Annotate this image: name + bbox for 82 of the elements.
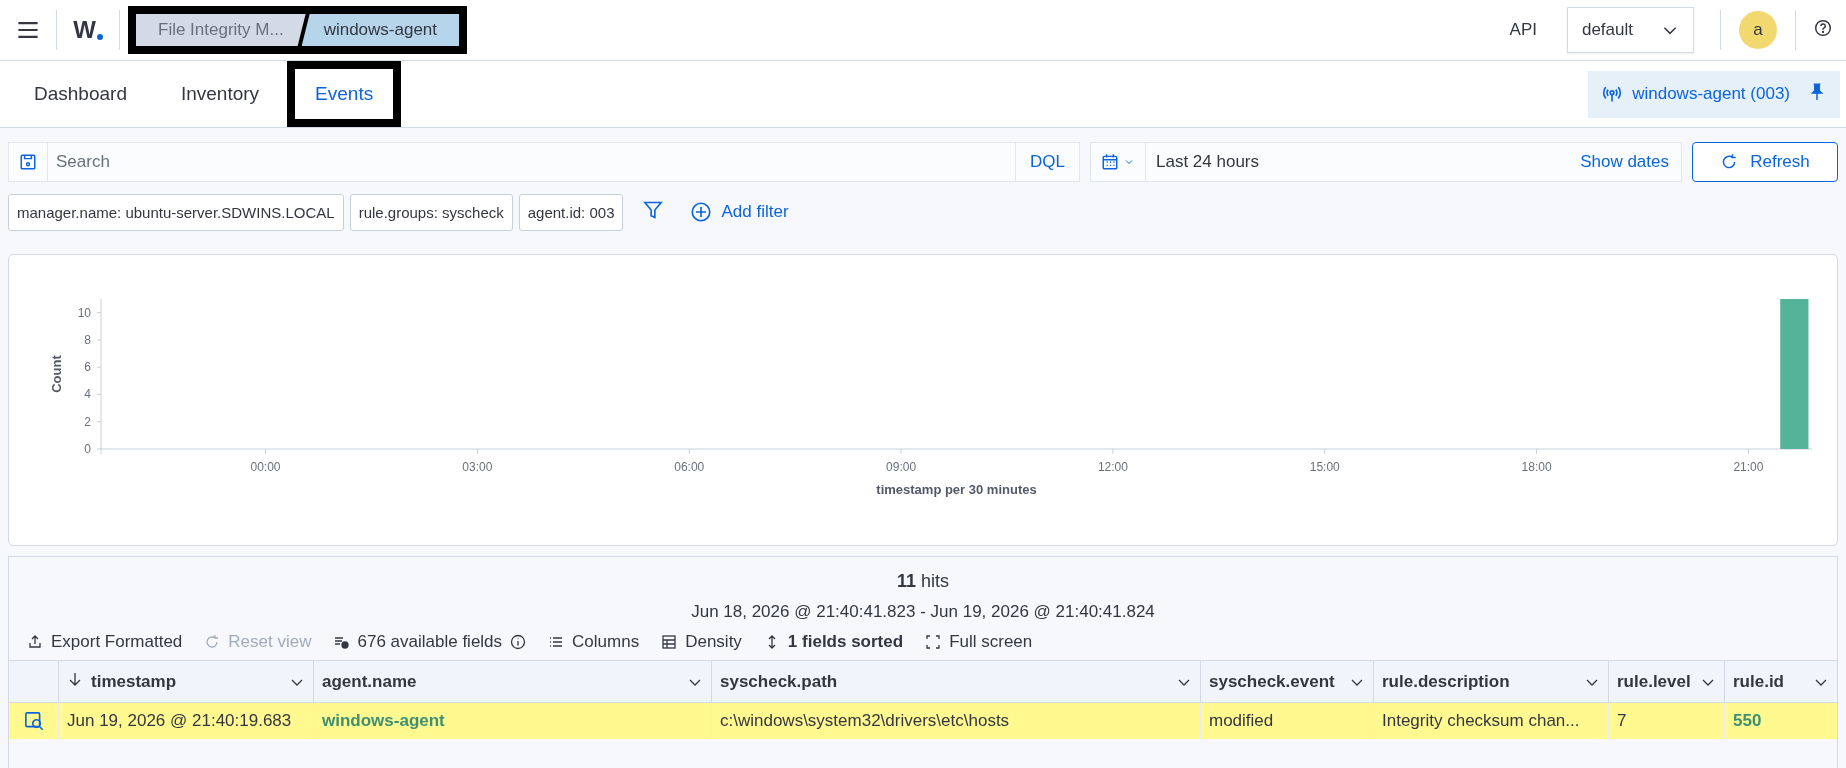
tab[interactable]: Events: [287, 61, 402, 127]
toolbar-button[interactable]: Density: [661, 632, 742, 652]
hits-count: 11 hits: [895, 571, 951, 592]
user-avatar[interactable]: a: [1739, 11, 1777, 49]
filter-icon[interactable]: [643, 200, 664, 220]
column-title: rule.id: [1733, 671, 1785, 692]
column-title: syscheck.path: [720, 671, 839, 692]
column-header[interactable]: syscheck.path: [711, 661, 1200, 702]
tick-label: 8: [84, 332, 91, 347]
tick-label: 10: [77, 305, 91, 320]
tick-label: 0: [84, 442, 91, 456]
table-cell: Jun 19, 2026 @ 21:40:19.683: [58, 703, 313, 739]
refresh-icon: [204, 634, 221, 650]
axis-title: timestamp per 30 minutes: [876, 482, 1037, 497]
tick-label: 03:00: [462, 460, 493, 474]
refresh-icon: [1720, 153, 1739, 171]
column-title: timestamp: [91, 671, 178, 692]
tick-label: 4: [84, 387, 91, 402]
table-icon: [661, 634, 678, 650]
column-title: syscheck.event: [1209, 671, 1336, 692]
refresh-button[interactable]: Refresh: [1692, 142, 1838, 182]
tick-label: 21:00: [1733, 460, 1764, 474]
sort-down-icon: [67, 671, 83, 687]
cell-link[interactable]: 550: [1724, 703, 1837, 739]
column-header[interactable]: timestamp: [58, 661, 313, 702]
column-header[interactable]: agent.name: [313, 661, 711, 702]
breadcrumb[interactable]: windows-agent: [301, 14, 460, 46]
toolbar-button[interactable]: Full screen: [925, 632, 1033, 652]
tab[interactable]: Inventory: [154, 63, 286, 125]
column-title: agent.name: [322, 671, 418, 692]
toolbar-button[interactable]: Columns: [548, 632, 640, 652]
cell-link[interactable]: windows-agent: [313, 703, 711, 739]
axis-title: Count: [49, 355, 64, 393]
column-header[interactable]: rule.description: [1373, 661, 1608, 702]
tick-label: 18:00: [1521, 460, 1552, 474]
plus-circle-icon: [691, 202, 712, 222]
list-icon: [548, 634, 565, 650]
tick-label: 06:00: [674, 460, 705, 474]
inspect-icon[interactable]: [23, 711, 44, 731]
column-title: rule.description: [1382, 671, 1511, 692]
signal-icon: [1602, 84, 1623, 104]
time-range: Jun 18, 2026 @ 21:40:41.823 - Jun 19, 2026 @ 21:40:41.824: [690, 602, 1156, 622]
search-field[interactable]: Search DQL: [8, 142, 1080, 182]
column-header[interactable]: rule.level: [1608, 661, 1724, 702]
column-header[interactable]: rule.id: [1724, 661, 1837, 702]
breadcrumb[interactable]: File Integrity M...: [136, 14, 306, 46]
add-filter-button[interactable]: Add filter: [685, 201, 795, 223]
filter-pill[interactable]: agent.id: 003: [518, 193, 624, 231]
space-selector[interactable]: default: [1566, 7, 1694, 53]
info-icon: [510, 634, 527, 650]
menu-icon[interactable]: [17, 19, 39, 41]
toolbar-button[interactable]: 1 fields sorted: [763, 632, 904, 652]
help-icon[interactable]: [1814, 19, 1832, 37]
tick-label: 09:00: [886, 460, 917, 474]
pin-icon[interactable]: [1808, 82, 1826, 101]
calendar-icon: [1101, 153, 1119, 171]
agent-name: windows-agent (003): [1632, 84, 1790, 104]
tick-label: 12:00: [1097, 460, 1128, 474]
table-cell: 7: [1608, 703, 1724, 739]
table-cell: c:\windows\system32\drivers\etc\hosts: [711, 703, 1200, 739]
column-header[interactable]: syscheck.event: [1200, 661, 1373, 702]
list-icon: [333, 634, 350, 650]
tick-label: 2: [84, 414, 91, 429]
tab[interactable]: Dashboard: [8, 63, 153, 125]
fullscreen-icon: [925, 634, 942, 650]
api-link[interactable]: API: [1509, 20, 1537, 40]
time-range: Last 24 hours: [1155, 152, 1260, 172]
toolbar-button[interactable]: 676 available fields: [333, 632, 527, 652]
tick-label: 15:00: [1309, 460, 1340, 474]
query-language-button[interactable]: DQL: [1015, 143, 1079, 181]
filter-pill[interactable]: rule.groups: syscheck: [349, 193, 513, 231]
tick-label: 00:00: [250, 460, 281, 474]
filter-pill[interactable]: manager.name: ubuntu-server.SDWINS.LOCAL: [8, 193, 344, 231]
column-title: rule.level: [1617, 671, 1692, 692]
export-icon: [27, 634, 43, 650]
show-dates-link[interactable]: Show dates: [1580, 152, 1681, 172]
table-cell: Integrity checksum chan...: [1373, 703, 1608, 739]
tick-label: 6: [84, 360, 91, 375]
table-cell: modified: [1200, 703, 1373, 739]
toolbar-button[interactable]: Export Formatted: [27, 632, 183, 652]
pinned-agent-badge[interactable]: windows-agent (003): [1588, 70, 1840, 118]
save-icon[interactable]: [19, 153, 37, 171]
